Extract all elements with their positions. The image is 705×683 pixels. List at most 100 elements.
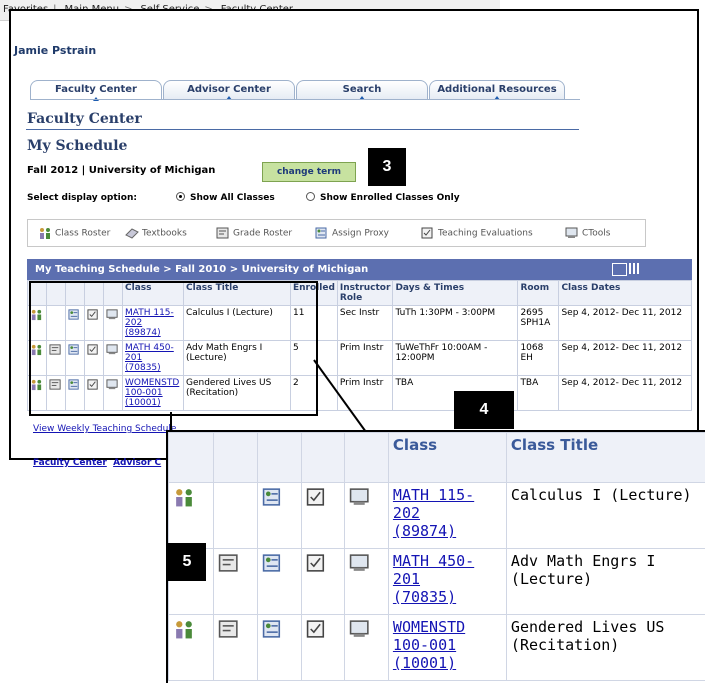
legend-textbooks: Textbooks: [125, 227, 187, 239]
icon-cell: [169, 483, 214, 549]
room-cell: TBA: [518, 376, 559, 411]
ctools-icon[interactable]: [349, 494, 371, 512]
advisor-center-link[interactable]: Advisor C: [113, 458, 161, 468]
legend-class-roster: Class Roster: [38, 227, 110, 239]
icon-legend: Class Roster Textbooks Grade Roster Assi…: [27, 219, 646, 247]
zoom-class-title-cell: Gendered Lives US (Recitation): [506, 615, 705, 681]
column-header-days-times: Days & Times: [393, 281, 518, 306]
tab-label: Search: [343, 84, 382, 95]
grade-roster-icon[interactable]: [218, 560, 240, 578]
schedule-header-title: My Teaching Schedule > Fall 2010 > Unive…: [35, 264, 368, 275]
assign-proxy-icon[interactable]: [262, 560, 284, 578]
class-dates-cell: Sep 4, 2012- Dec 11, 2012: [559, 341, 692, 376]
legend-assign-proxy: Assign Proxy: [315, 227, 389, 239]
zoom-class-link[interactable]: MATH 115-202(89874): [393, 486, 474, 540]
room-cell: 1068 EH: [518, 341, 559, 376]
icon-column-header: [345, 433, 389, 483]
teaching-evaluations-icon[interactable]: [306, 626, 328, 644]
class-dates-cell: Sep 4, 2012- Dec 11, 2012: [559, 306, 692, 341]
column-header-class-dates: Class Dates: [559, 281, 692, 306]
class-dates-cell: Sep 4, 2012- Dec 11, 2012: [559, 376, 692, 411]
zoom-icon[interactable]: [612, 263, 627, 276]
legend-label: Assign Proxy: [332, 229, 389, 239]
assign-proxy-icon[interactable]: [262, 626, 284, 644]
zoom-column-header-class-title: Class Title: [506, 433, 705, 483]
zoom-class-title-cell: Adv Math Engrs I (Lecture): [506, 549, 705, 615]
zoom-column-header-class: Class: [388, 433, 506, 483]
class-roster-icon: [38, 227, 52, 239]
icon-cell: [258, 549, 302, 615]
legend-label: Teaching Evaluations: [438, 229, 533, 239]
radio-show-all-classes[interactable]: Show All Classes: [176, 192, 275, 203]
icon-column-header: [301, 433, 345, 483]
zoom-class-link[interactable]: MATH 450-201(70835): [393, 552, 474, 606]
legend-label: Class Roster: [55, 229, 110, 239]
teaching-evaluations-icon[interactable]: [306, 560, 328, 578]
grade-roster-icon[interactable]: [218, 626, 240, 644]
zoomed-schedule-table: Class Class Title MATH 115-202(89874) Cal…: [168, 432, 705, 681]
instructor-role-cell: Prim Instr: [337, 341, 393, 376]
icon-cell: [214, 549, 258, 615]
icon-cell: [258, 483, 302, 549]
faculty-center-link[interactable]: Faculty Center: [33, 458, 107, 468]
tab-advisor-center[interactable]: Advisor Center: [163, 80, 295, 99]
bottom-links: Faculty Center Advisor C: [33, 458, 161, 468]
column-header-room: Room: [518, 281, 559, 306]
ctools-icon[interactable]: [349, 626, 371, 644]
room-cell: 2695 SPH1A: [518, 306, 559, 341]
class-roster-icon[interactable]: [173, 626, 195, 644]
tab-additional-resources[interactable]: Additional Resources: [429, 80, 565, 99]
callout-5: 5: [168, 543, 206, 581]
radio-selected-icon[interactable]: [176, 192, 185, 201]
change-term-button[interactable]: change term: [262, 162, 356, 182]
callout-4: 4: [454, 391, 514, 429]
schedule-grid-header: My Teaching Schedule > Fall 2010 > Unive…: [27, 259, 692, 280]
icon-cell: [214, 483, 258, 549]
radio-show-enrolled-only[interactable]: Show Enrolled Classes Only: [306, 192, 460, 203]
class-roster-icon[interactable]: [173, 494, 195, 512]
radio-label: Show Enrolled Classes Only: [320, 193, 460, 203]
instructor-role-cell: Prim Instr: [337, 376, 393, 411]
assign-proxy-icon: [315, 227, 329, 239]
view-weekly-link-container: View Weekly Teaching Schedule: [33, 424, 176, 434]
legend-label: Grade Roster: [233, 229, 292, 239]
days-times-cell: TuWeThFr 10:00AM - 12:00PM: [393, 341, 518, 376]
icon-cell: [301, 549, 345, 615]
icon-cell: [345, 615, 389, 681]
tab-search[interactable]: Search: [296, 80, 428, 99]
user-name: Jamie Pstrain: [14, 44, 96, 57]
section-title: My Schedule: [27, 138, 127, 154]
icon-cell: [214, 615, 258, 681]
display-option-label: Select display option:: [27, 193, 137, 203]
icon-cell: [258, 615, 302, 681]
ctools-icon: [565, 227, 579, 239]
zoom-class-link[interactable]: WOMENSTD100-001(10001): [393, 618, 465, 672]
tab-faculty-center[interactable]: Faculty Center: [30, 80, 162, 100]
highlight-box: [29, 281, 318, 416]
radio-label: Show All Classes: [190, 193, 275, 203]
view-weekly-schedule-link[interactable]: View Weekly Teaching Schedule: [33, 424, 176, 434]
grade-roster-icon: [216, 227, 230, 239]
column-header-instructor-role: Instructor Role: [337, 281, 393, 306]
legend-ctools: CTools: [565, 227, 610, 239]
legend-teaching-evaluations: Teaching Evaluations: [421, 227, 533, 239]
grid-view-icon[interactable]: [629, 263, 641, 274]
icon-cell: [345, 549, 389, 615]
teaching-evaluations-icon[interactable]: [306, 494, 328, 512]
ctools-icon[interactable]: [349, 560, 371, 578]
callout-3: 3: [368, 148, 406, 186]
zoom-class-title-cell: Calculus I (Lecture): [506, 483, 705, 549]
zoom-table-row: WOMENSTD100-001(10001) Gendered Lives US …: [169, 615, 705, 681]
icon-cell: [301, 615, 345, 681]
legend-grade-roster: Grade Roster: [216, 227, 292, 239]
icon-cell: [345, 483, 389, 549]
radio-unselected-icon[interactable]: [306, 192, 315, 201]
teaching-evaluations-icon: [421, 227, 435, 239]
page-title: Faculty Center: [27, 111, 142, 127]
icon-column-header: [214, 433, 258, 483]
class-cell: MATH 450-201(70835): [388, 549, 506, 615]
zoom-table-row: MATH 450-201(70835) Adv Math Engrs I (Lec…: [169, 549, 705, 615]
assign-proxy-icon[interactable]: [262, 494, 284, 512]
legend-label: CTools: [582, 229, 610, 239]
class-cell: WOMENSTD100-001(10001): [388, 615, 506, 681]
